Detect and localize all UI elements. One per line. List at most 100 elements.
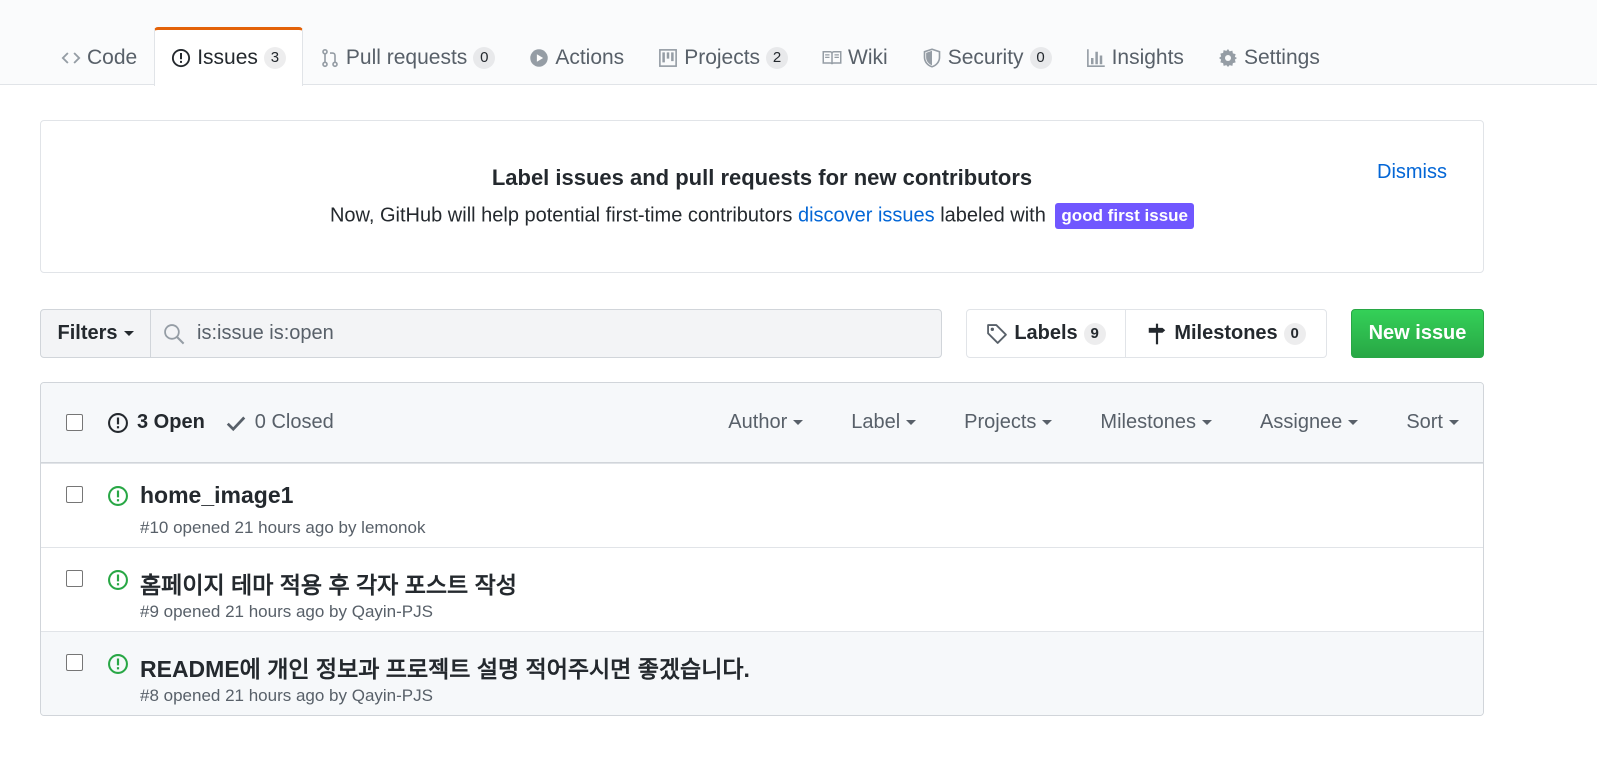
- open-issues-link[interactable]: 3 Open: [107, 411, 205, 434]
- closed-count: 0 Closed: [254, 411, 334, 433]
- tab-label: Settings: [1243, 45, 1320, 69]
- caret-down-icon: [793, 420, 804, 426]
- banner-text: Now, GitHub will help potential first-ti…: [41, 203, 1483, 229]
- issue-checkbox[interactable]: [66, 570, 83, 587]
- contributors-banner: Label issues and pull requests for new c…: [40, 120, 1484, 273]
- gear-icon: [1218, 48, 1238, 68]
- shield-icon: [922, 47, 942, 68]
- banner-text-after: labeled with: [940, 204, 1046, 227]
- new-issue-button[interactable]: New issue: [1351, 309, 1484, 358]
- tab-label: Wiki: [848, 45, 888, 69]
- project-icon: [658, 48, 678, 68]
- issue-checkbox[interactable]: [66, 654, 83, 671]
- tab-projects[interactable]: Projects 2: [641, 27, 805, 85]
- sort-menu[interactable]: Sort: [1406, 411, 1459, 434]
- tab-label: Pull requests: [345, 45, 468, 69]
- caret-down-icon: [906, 420, 917, 426]
- tab-settings[interactable]: Settings: [1201, 27, 1337, 85]
- code-icon: [61, 48, 81, 68]
- issue-row: README에 개인 정보과 프로젝트 설명 적어주시면 좋겠습니다. #8 o…: [41, 631, 1483, 715]
- tab-issues[interactable]: Issues 3: [154, 27, 303, 86]
- issue-opened-icon: [171, 48, 191, 68]
- menu-label: Milestones: [1100, 411, 1197, 433]
- issues-list: 3 Open 0 Closed Author Label Projects Mi…: [40, 382, 1484, 716]
- closed-issues-link[interactable]: 0 Closed: [225, 411, 334, 434]
- milestones-menu[interactable]: Milestones: [1100, 411, 1213, 434]
- security-counter: 0: [1029, 46, 1052, 69]
- play-icon: [529, 48, 549, 68]
- tab-security[interactable]: Security 0: [905, 27, 1069, 85]
- repo-nav: Code Issues 3 Pull requests 0 Actions Pr…: [0, 0, 1597, 86]
- discover-issues-link[interactable]: discover issues: [798, 204, 935, 226]
- issue-search: [150, 309, 942, 358]
- issue-meta: #8 opened 21 hours ago by Qayin-PJS: [140, 686, 433, 705]
- check-icon: [225, 412, 247, 434]
- caret-down-icon: [1042, 420, 1053, 426]
- repo-tabs: Code Issues 3 Pull requests 0 Actions Pr…: [44, 27, 1337, 86]
- caret-down-icon: [1449, 420, 1459, 426]
- issues-counter: 3: [263, 47, 286, 69]
- open-count: 3 Open: [137, 411, 205, 433]
- select-all-checkbox[interactable]: [66, 414, 83, 431]
- tab-pull-requests[interactable]: Pull requests 0: [303, 27, 512, 85]
- tab-code[interactable]: Code: [44, 27, 154, 85]
- issue-row: home_image1 #10 opened 21 hours ago by l…: [41, 463, 1483, 547]
- projects-counter: 2: [766, 46, 789, 69]
- author-menu[interactable]: Author: [728, 411, 804, 434]
- milestones-button[interactable]: Milestones 0: [1125, 309, 1327, 358]
- dismiss-button[interactable]: Dismiss: [1377, 161, 1447, 184]
- labels-button[interactable]: Labels 9: [966, 309, 1126, 358]
- caret-down-icon: [1202, 420, 1213, 426]
- issue-meta: #10 opened 21 hours ago by lemonok: [140, 518, 426, 537]
- tab-label: Insights: [1111, 45, 1184, 69]
- menu-label: Author: [728, 411, 788, 433]
- issue-checkbox[interactable]: [66, 486, 83, 503]
- label-menu[interactable]: Label: [851, 411, 917, 434]
- projects-menu[interactable]: Projects: [964, 411, 1053, 434]
- menu-label: Label: [851, 411, 901, 433]
- issue-row: 홈페이지 테마 적용 후 각자 포스트 작성 #9 opened 21 hour…: [41, 547, 1483, 631]
- banner-text-before: Now, GitHub will help potential first-ti…: [329, 204, 793, 227]
- milestones-counter: 0: [1283, 322, 1306, 345]
- tab-insights[interactable]: Insights: [1069, 27, 1201, 85]
- assignee-menu[interactable]: Assignee: [1260, 411, 1359, 434]
- labels-counter: 9: [1083, 322, 1106, 345]
- tab-actions[interactable]: Actions: [512, 27, 641, 85]
- tab-label: Issues: [197, 46, 258, 69]
- issue-opened-icon: [107, 569, 129, 591]
- search-input[interactable]: [197, 322, 897, 345]
- menu-label: Assignee: [1260, 411, 1343, 433]
- issue-title-link[interactable]: README에 개인 정보과 프로젝트 설명 적어주시면 좋겠습니다.: [140, 650, 750, 684]
- pull-requests-counter: 0: [473, 46, 496, 69]
- filters-button[interactable]: Filters: [40, 309, 151, 358]
- menu-label: Projects: [964, 411, 1037, 433]
- filters-label: Filters: [57, 322, 118, 344]
- caret-down-icon: [1348, 420, 1359, 426]
- tab-label: Actions: [555, 45, 625, 69]
- milestones-label: Milestones: [1174, 322, 1278, 344]
- issue-title-link[interactable]: home_image1: [140, 482, 293, 509]
- banner-title: Label issues and pull requests for new c…: [491, 165, 1033, 190]
- issue-filter-menus: Author Label Projects Milestones Assigne…: [728, 411, 1459, 434]
- tab-label: Code: [87, 45, 138, 69]
- milestone-icon: [1146, 323, 1168, 345]
- tab-label: Security: [947, 45, 1024, 69]
- git-pull-request-icon: [320, 48, 340, 68]
- issue-opened-icon: [107, 412, 129, 434]
- tab-label: Projects: [684, 45, 761, 69]
- book-icon: [822, 48, 842, 68]
- menu-label: Sort: [1406, 411, 1443, 433]
- issue-meta: #9 opened 21 hours ago by Qayin-PJS: [140, 602, 433, 621]
- issue-opened-icon: [107, 485, 129, 507]
- issue-states: 3 Open 0 Closed: [107, 411, 334, 434]
- tag-icon: [986, 323, 1008, 345]
- issue-opened-icon: [107, 653, 129, 675]
- issue-title-link[interactable]: 홈페이지 테마 적용 후 각자 포스트 작성: [140, 566, 517, 600]
- good-first-issue-label[interactable]: good first issue: [1055, 203, 1194, 229]
- issues-list-header: 3 Open 0 Closed Author Label Projects Mi…: [41, 383, 1483, 463]
- caret-down-icon: [123, 331, 134, 336]
- tab-wiki[interactable]: Wiki: [805, 27, 905, 85]
- labels-label: Labels: [1014, 322, 1078, 344]
- graph-icon: [1086, 48, 1106, 68]
- search-icon: [163, 323, 185, 345]
